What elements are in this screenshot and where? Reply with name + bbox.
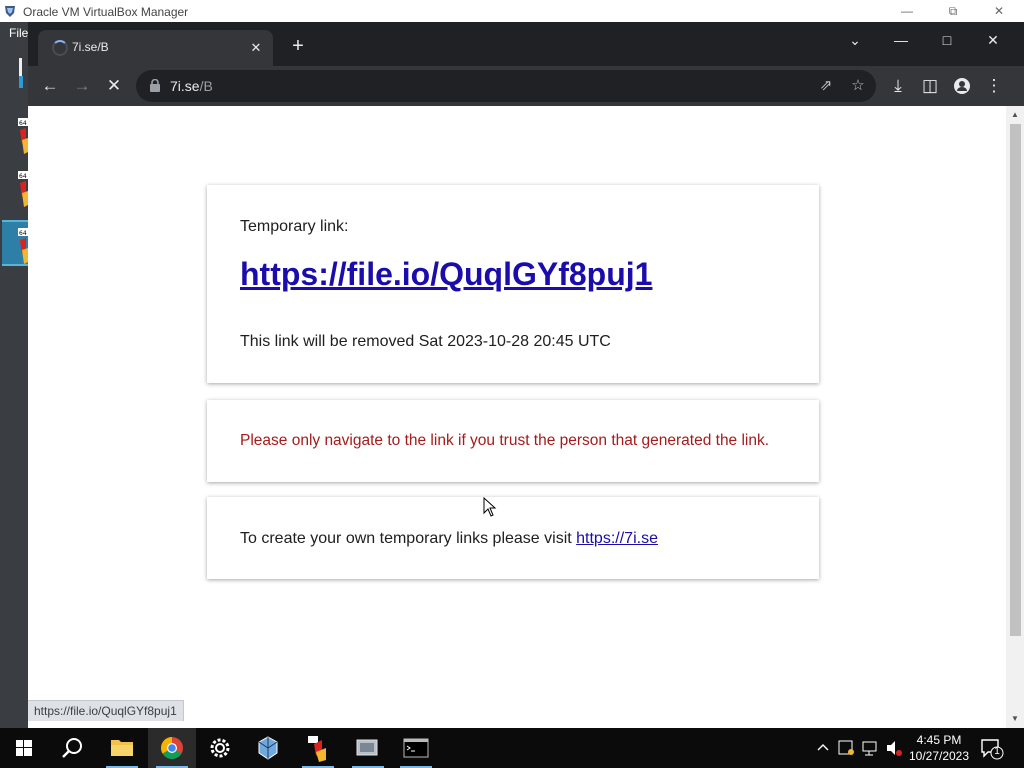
network-tray-icon[interactable] <box>860 728 880 768</box>
mouse-cursor-icon <box>483 497 497 517</box>
trust-warning-text: Please only navigate to the link if you … <box>240 432 770 449</box>
taskbar-file-explorer[interactable] <box>98 728 146 768</box>
browser-toolbar: ← → ✕ 7i.se/B ⇗ ☆ ⤓ ◫ ⋮ <box>28 66 1024 106</box>
search-button[interactable] <box>48 728 96 768</box>
vbox-tools-icon[interactable] <box>18 58 24 88</box>
new-tab-button[interactable]: + <box>286 34 310 58</box>
lock-icon[interactable] <box>149 79 161 92</box>
taskbar-terminal[interactable] <box>392 728 440 768</box>
security-tray-icon[interactable] <box>836 728 856 768</box>
browser-tab-active[interactable]: 7i.se/B ✕ <box>38 30 273 66</box>
scroll-down-arrow-icon[interactable]: ▼ <box>1010 714 1020 724</box>
chrome-close-button[interactable]: ✕ <box>970 26 1016 54</box>
taskbar-chrome[interactable] <box>148 728 196 768</box>
tab-search-chevron-icon[interactable]: ⌄ <box>832 26 878 54</box>
kebab-menu-icon[interactable]: ⋮ <box>980 72 1008 100</box>
profile-avatar-icon <box>954 78 970 94</box>
temporary-link-label: Temporary link: <box>240 218 349 235</box>
scrollbar-thumb[interactable] <box>1010 124 1021 636</box>
volume-tray-icon[interactable] <box>884 728 904 768</box>
address-url: 7i.se/B <box>170 78 213 94</box>
status-url-bubble: https://file.io/QuqlGYf8puj1 <box>28 700 184 721</box>
vm-os-icon: 64 <box>18 118 28 154</box>
bookmark-star-icon[interactable]: ☆ <box>844 72 872 100</box>
vm-badge-text: 64 <box>19 230 27 237</box>
chevron-up-icon <box>817 744 829 751</box>
forward-arrow-icon[interactable]: → <box>68 72 96 100</box>
search-icon <box>62 738 82 758</box>
tab-title: 7i.se/B <box>72 40 109 54</box>
vbox-titlebar: Oracle VM VirtualBox Manager — ⧉ ✕ <box>0 0 1024 22</box>
vbox-minimize-button[interactable]: — <box>884 1 930 21</box>
tray-overflow-chevron-icon[interactable] <box>814 728 832 768</box>
create-link-card: To create your own temporary links pleas… <box>207 497 819 579</box>
chrome-icon <box>161 737 183 759</box>
vbox-file-menu[interactable]: File <box>9 26 28 40</box>
vm-list-item[interactable]: 64 <box>2 167 28 213</box>
tab-close-icon[interactable]: ✕ <box>247 39 265 57</box>
link-expiry-text: This link will be removed Sat 2023-10-28… <box>240 333 611 350</box>
virtualbox-logo-icon <box>5 6 15 17</box>
vbox-restore-button[interactable]: ⧉ <box>930 1 976 21</box>
chrome-maximize-button[interactable]: □ <box>924 26 970 54</box>
windows-logo-icon <box>16 740 32 756</box>
vm-badge-text: 64 <box>19 120 27 127</box>
taskbar-virtualbox[interactable] <box>244 728 292 768</box>
vm-app-icon <box>308 736 326 762</box>
network-icon <box>862 741 877 756</box>
create-link-text: To create your own temporary links pleas… <box>240 530 658 548</box>
terminal-icon <box>403 738 429 758</box>
create-link-prefix: To create your own temporary links pleas… <box>240 530 577 547</box>
page-viewport: Temporary link: https://file.io/QuqlGYf8… <box>28 106 1024 728</box>
create-site-link[interactable]: https://7i.se <box>576 530 658 547</box>
stop-loading-icon[interactable]: ✕ <box>100 72 128 100</box>
back-arrow-icon[interactable]: ← <box>36 72 64 100</box>
side-panel-icon[interactable]: ◫ <box>916 72 944 100</box>
download-icon[interactable]: ⤓ <box>884 72 912 100</box>
vbox-close-button[interactable]: ✕ <box>976 1 1022 21</box>
vm-badge-text: 64 <box>19 173 27 180</box>
address-bar[interactable]: 7i.se/B ⇗ ☆ <box>136 70 876 102</box>
temporary-link[interactable]: https://file.io/QuqlGYf8puj1 <box>240 256 652 293</box>
gear-icon <box>210 738 230 758</box>
warning-card: Please only navigate to the link if you … <box>207 400 819 482</box>
temporary-link-card: Temporary link: https://file.io/QuqlGYf8… <box>207 185 819 383</box>
address-path: /B <box>199 78 213 94</box>
notification-icon <box>981 739 1004 760</box>
network-app-icon <box>356 739 378 756</box>
vbox-sidebar: File 64 64 64 <box>0 22 28 728</box>
browser-window: 7i.se/B ✕ + ⌄ — □ ✕ ← → ✕ 7i.se/B ⇗ ☆ ⤓ … <box>28 22 1024 728</box>
tab-strip: 7i.se/B ✕ + ⌄ — □ ✕ <box>28 22 1024 66</box>
profile-icon[interactable] <box>948 72 976 100</box>
clock-date: 10/27/2023 <box>908 749 970 763</box>
start-button[interactable] <box>0 728 48 768</box>
shield-warning-icon <box>838 740 854 755</box>
share-icon[interactable]: ⇗ <box>812 72 840 100</box>
vm-list-item-selected[interactable]: 64 <box>2 220 28 266</box>
folder-icon <box>111 740 133 756</box>
scroll-up-arrow-icon[interactable]: ▲ <box>1010 110 1020 120</box>
vm-os-icon: 64 <box>18 171 28 207</box>
address-host: 7i.se <box>170 78 200 94</box>
loading-spinner-icon <box>52 40 68 56</box>
clock-time: 4:45 PM <box>916 733 962 747</box>
taskbar-clock[interactable]: 4:45 PM 10/27/2023 <box>906 732 972 764</box>
windows-taskbar: 4:45 PM 10/27/2023 1 <box>0 728 1024 768</box>
taskbar-settings[interactable] <box>196 728 244 768</box>
virtualbox-icon <box>258 736 278 760</box>
vm-list-item[interactable]: 64 <box>2 114 28 160</box>
vertical-scrollbar[interactable]: ▲ ▼ <box>1006 106 1024 728</box>
taskbar-app-window[interactable] <box>344 728 392 768</box>
speaker-muted-icon <box>887 741 902 756</box>
vm-os-icon: 64 <box>18 228 28 264</box>
vbox-window-title: Oracle VM VirtualBox Manager <box>23 5 189 19</box>
action-center-button[interactable]: 1 <box>980 736 1004 760</box>
chrome-minimize-button[interactable]: — <box>878 26 924 54</box>
notification-count: 1 <box>994 746 1000 757</box>
taskbar-vm-window[interactable] <box>294 728 342 768</box>
